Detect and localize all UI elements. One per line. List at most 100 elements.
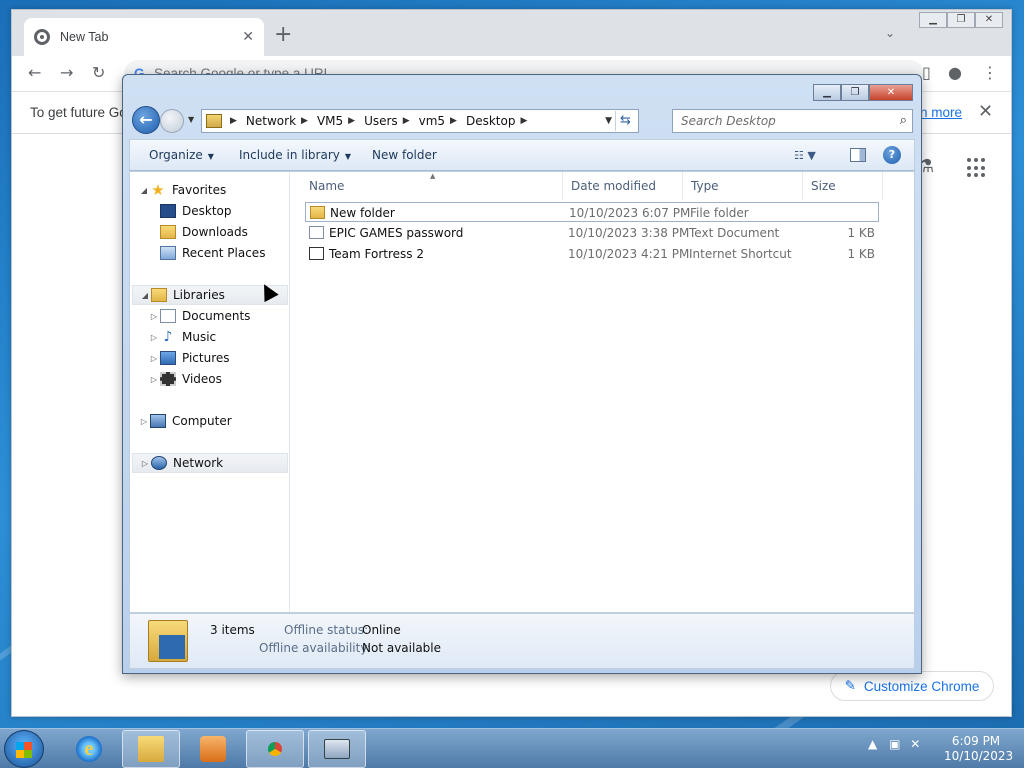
collapse-triangle-icon[interactable]: ▷ (138, 417, 150, 426)
computer-icon (150, 414, 166, 428)
column-header-name[interactable]: Name (301, 172, 563, 200)
recent-pages-dropdown-icon[interactable]: ▼ (188, 115, 194, 124)
customize-chrome-button[interactable]: ✎ Customize Chrome (830, 671, 994, 701)
pictures-icon (160, 351, 176, 365)
new-folder-button[interactable]: New folder (372, 148, 437, 162)
breadcrumb-separator-icon[interactable]: ▶ (348, 116, 355, 126)
nav-recent-places[interactable]: Recent Places (148, 243, 265, 263)
chrome-window-controls: ▁ ❐ ✕ (919, 12, 1003, 28)
nav-favorites[interactable]: ◢ ★ Favorites (138, 180, 226, 200)
nav-music[interactable]: ▷ ♪ Music (148, 327, 216, 347)
collapse-triangle-icon[interactable]: ▷ (148, 375, 160, 384)
taskbar-internet-explorer[interactable]: e (60, 730, 118, 768)
column-header-size[interactable]: Size (803, 172, 883, 200)
expand-triangle-icon[interactable]: ◢ (138, 186, 150, 195)
tab-close-icon[interactable]: ✕ (242, 29, 254, 45)
collapse-triangle-icon[interactable]: ▷ (148, 312, 160, 321)
file-type: Internet Shortcut (689, 247, 792, 261)
nav-pictures[interactable]: ▷ Pictures (148, 348, 230, 368)
reload-icon[interactable]: ↻ (92, 63, 105, 82)
menu-kebab-icon[interactable]: ⋮ (982, 63, 998, 82)
nav-label: Downloads (182, 225, 248, 239)
breadcrumb-network[interactable]: Network (246, 114, 296, 128)
infobar-learn-more-link[interactable]: n more (920, 105, 962, 120)
search-icon[interactable]: ⌕ (900, 110, 907, 132)
back-arrow-icon[interactable]: ← (28, 63, 41, 82)
maximize-icon[interactable]: ❐ (841, 84, 869, 101)
start-button[interactable] (4, 730, 44, 768)
minimize-icon[interactable]: ▁ (919, 12, 947, 28)
taskbar: e ▲ ▣ ✕ 6:09 PM 10/10/2023 (0, 728, 1024, 768)
file-row[interactable]: New folder 10/10/2023 6:07 PM File folde… (305, 202, 879, 222)
breadcrumb-separator-icon[interactable]: ▶ (520, 116, 527, 126)
change-view-icon[interactable]: ☷ ▼ (794, 149, 816, 162)
explorer-content: ◢ ★ Favorites Desktop Downloads Recent P… (129, 171, 915, 613)
nav-computer[interactable]: ▷ Computer (138, 411, 232, 431)
collapse-triangle-icon[interactable]: ▷ (139, 459, 151, 468)
nav-desktop[interactable]: Desktop (148, 201, 232, 221)
breadcrumb-separator-icon[interactable]: ▶ (301, 116, 308, 126)
nav-videos[interactable]: ▷ Videos (148, 369, 222, 389)
details-pane: 3 items Offline status: Online Offline a… (129, 613, 915, 669)
file-name: EPIC GAMES password (329, 226, 464, 240)
new-tab-button[interactable]: + (274, 24, 292, 46)
breadcrumb-users[interactable]: Users (364, 114, 398, 128)
maximize-icon[interactable]: ❐ (947, 12, 975, 28)
close-icon[interactable]: ✕ (869, 84, 913, 101)
customize-chrome-label: Customize Chrome (863, 678, 980, 694)
folder-icon (310, 206, 325, 219)
side-panel-icon[interactable]: ▯ (922, 63, 931, 82)
nav-label: Computer (172, 414, 232, 428)
nav-downloads[interactable]: Downloads (148, 222, 248, 242)
column-header-date-modified[interactable]: Date modified (563, 172, 683, 200)
file-row[interactable]: Team Fortress 2 10/10/2023 4:21 PM Inter… (305, 244, 879, 264)
address-dropdown-icon[interactable]: ▼ (605, 116, 612, 126)
collapse-triangle-icon[interactable]: ▷ (148, 333, 160, 342)
google-apps-icon[interactable] (967, 158, 987, 178)
breadcrumb-separator-icon[interactable]: ▶ (450, 116, 457, 126)
tab-new-tab[interactable]: New Tab ✕ (24, 18, 264, 56)
organize-button[interactable]: Organize ▼ (149, 148, 214, 162)
address-bar[interactable]: ▶ Network ▶ VM5 ▶ Users ▶ vm5 ▶ Desktop … (201, 109, 639, 133)
offline-availability-label: Offline availability: (259, 641, 371, 655)
back-arrow-icon[interactable]: ← (132, 106, 160, 134)
network-status-icon[interactable]: ▣ (889, 737, 900, 751)
show-hidden-icons-icon[interactable]: ▲ (868, 737, 877, 751)
taskbar-media-player[interactable] (184, 730, 242, 768)
volume-muted-icon[interactable]: ✕ (910, 737, 920, 751)
breadcrumb-desktop[interactable]: Desktop (466, 114, 516, 128)
tab-search-chevron-icon[interactable]: ⌄ (885, 26, 895, 40)
taskbar-on-screen-keyboard[interactable] (308, 730, 366, 768)
command-bar: Organize ▼ Include in library ▼ New folder… (129, 139, 915, 171)
include-in-library-button[interactable]: Include in library ▼ (239, 148, 351, 162)
preview-pane-icon[interactable] (850, 148, 866, 162)
expand-triangle-icon[interactable]: ◢ (139, 291, 151, 300)
chevron-down-icon: ▼ (344, 152, 352, 161)
network-icon (151, 456, 167, 470)
profile-avatar-icon[interactable]: ● (948, 63, 962, 82)
file-row[interactable]: EPIC GAMES password 10/10/2023 3:38 PM T… (305, 223, 879, 243)
search-input[interactable]: Search Desktop ⌕ (672, 109, 913, 133)
close-icon[interactable]: ✕ (975, 12, 1003, 28)
breadcrumb-separator-icon[interactable]: ▶ (403, 116, 410, 126)
downloads-folder-icon (160, 225, 176, 239)
refresh-icon[interactable]: ⇆ (615, 111, 635, 131)
system-clock[interactable]: 6:09 PM 10/10/2023 (944, 734, 1013, 764)
taskbar-chrome[interactable] (246, 730, 304, 768)
breadcrumb-vm5[interactable]: VM5 (317, 114, 343, 128)
help-icon[interactable]: ? (883, 146, 901, 164)
nav-network[interactable]: ▷ Network (132, 453, 288, 473)
file-date: 10/10/2023 3:38 PM (568, 226, 690, 240)
infobar-close-icon[interactable]: ✕ (978, 101, 993, 122)
taskbar-file-explorer[interactable] (122, 730, 180, 768)
network-location-icon (206, 114, 222, 128)
forward-arrow-icon[interactable]: → (60, 63, 73, 82)
breadcrumb-separator-icon[interactable]: ▶ (230, 116, 237, 126)
column-header-type[interactable]: Type (683, 172, 803, 200)
forward-arrow-icon[interactable] (160, 109, 184, 133)
nav-label: Favorites (172, 183, 227, 197)
breadcrumb-vm5-user[interactable]: vm5 (419, 114, 445, 128)
nav-documents[interactable]: ▷ Documents (148, 306, 250, 326)
collapse-triangle-icon[interactable]: ▷ (148, 354, 160, 363)
minimize-icon[interactable]: ▁ (813, 84, 841, 101)
